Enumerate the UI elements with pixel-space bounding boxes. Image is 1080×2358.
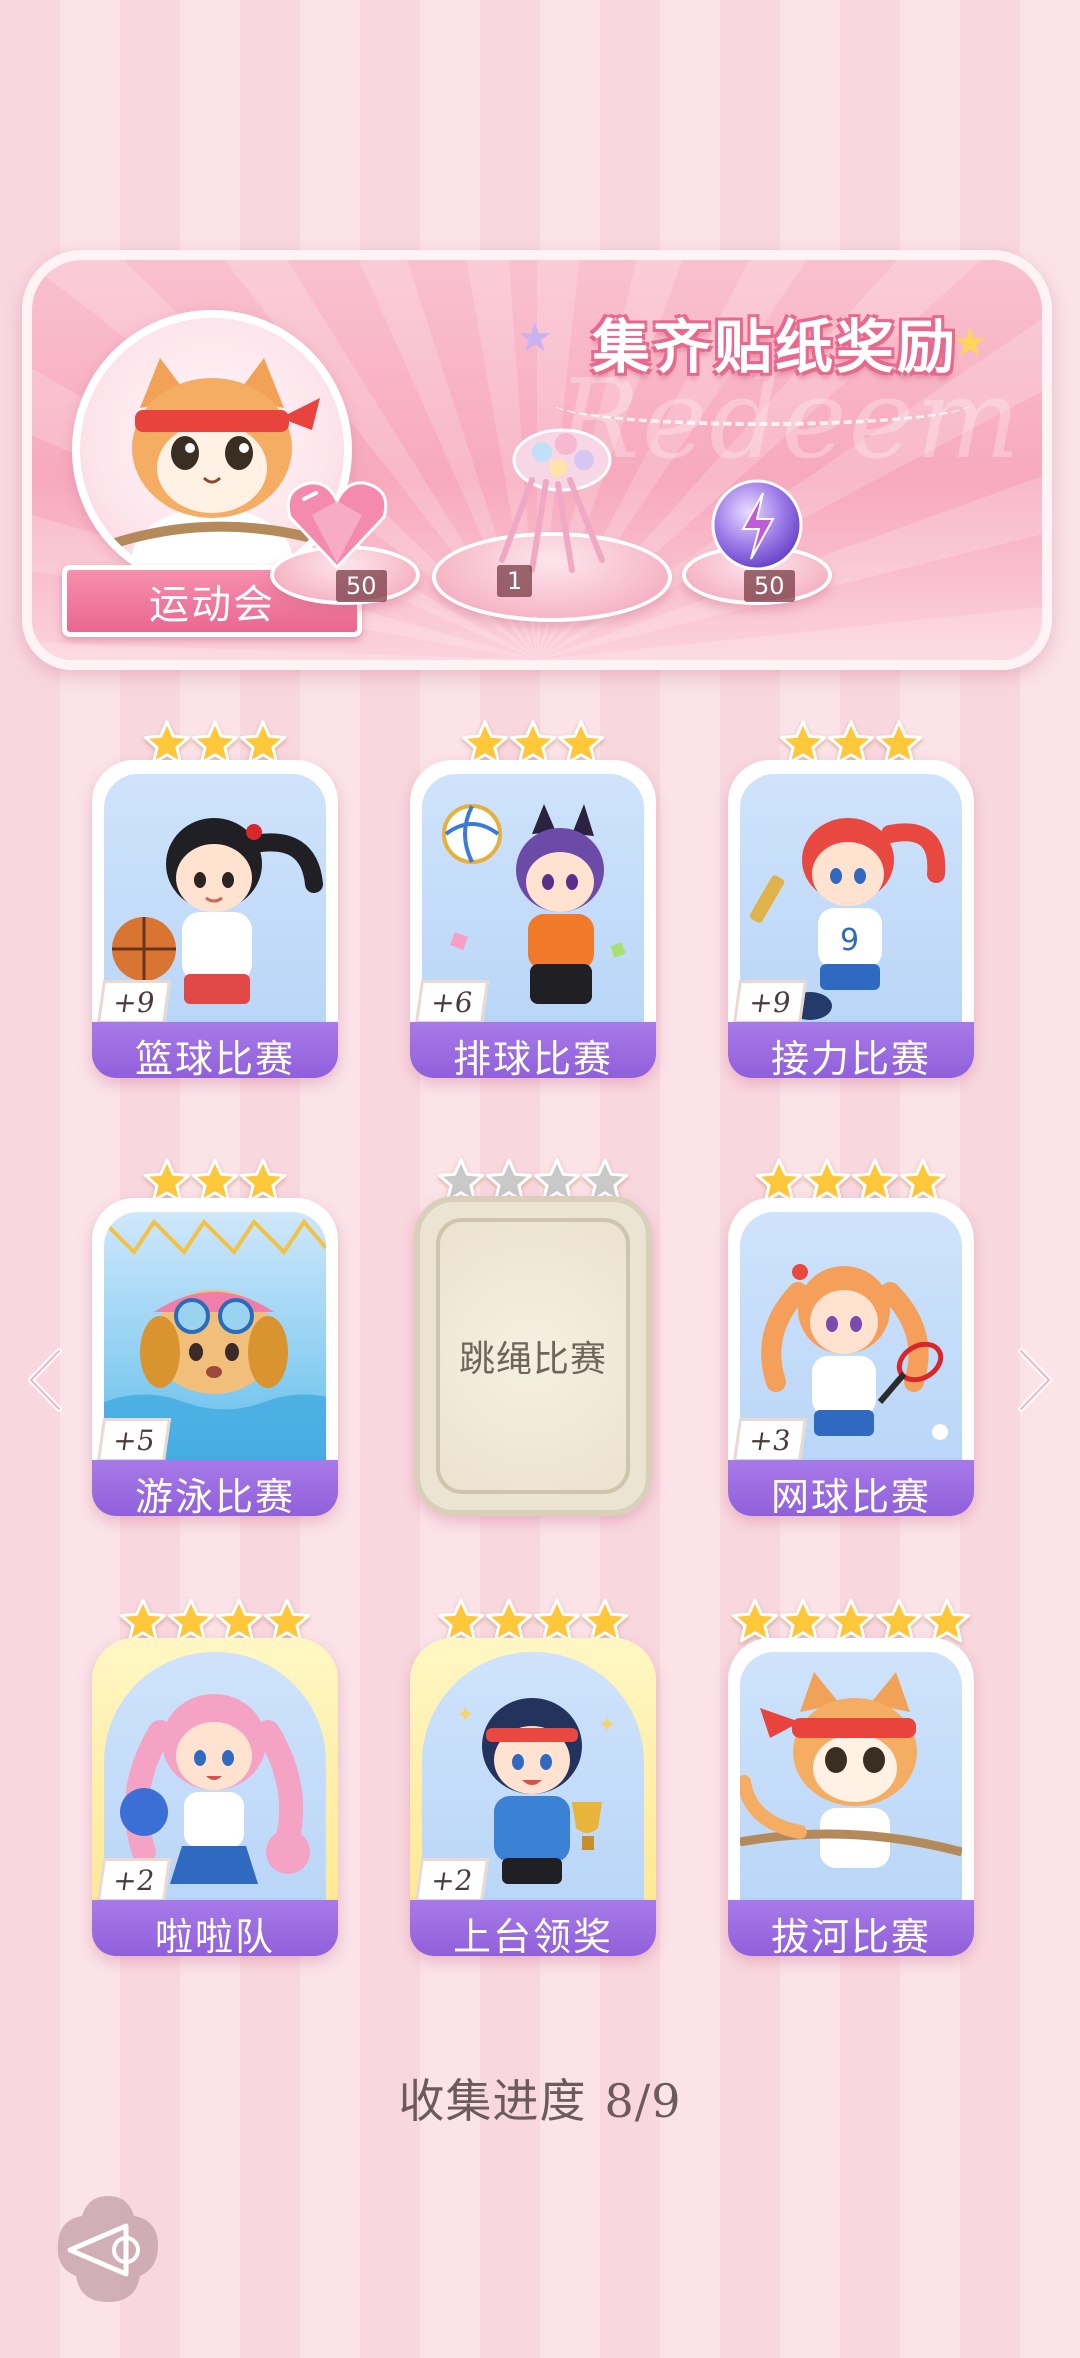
count-badge: +9 <box>732 980 808 1024</box>
locked-card-label: 跳绳比赛 <box>436 1218 630 1494</box>
card-label: 上台领奖 <box>410 1900 656 1956</box>
count-badge: +6 <box>414 980 490 1024</box>
sticker-card[interactable]: +3 网球比赛 <box>716 1156 986 1516</box>
star-icon: ★ <box>517 315 553 361</box>
back-button[interactable] <box>48 2190 168 2310</box>
count-badge: +3 <box>732 1418 808 1462</box>
sticker-card[interactable]: +6 排球比赛 <box>398 718 668 1078</box>
banner-title: 集齐贴纸奖励 <box>592 313 959 381</box>
card-label: 网球比赛 <box>728 1460 974 1516</box>
next-page-button[interactable] <box>1010 1340 1060 1420</box>
heart-gem-icon[interactable] <box>282 475 392 575</box>
progress-value: 8/9 <box>604 2074 682 2128</box>
card-art-tug-of-war <box>740 1652 962 1922</box>
progress-label: 收集进度 <box>398 2074 587 2128</box>
card-frame: +6 排球比赛 <box>410 760 656 1078</box>
chevron-left-icon <box>28 1348 62 1412</box>
card-frame: +3 网球比赛 <box>728 1198 974 1516</box>
back-arrow-icon <box>57 2196 158 2302</box>
card-frame: ✦ ✦ +2 上台领奖 <box>410 1638 656 1956</box>
card-frame: +9 篮球比赛 <box>92 760 338 1078</box>
reward-count: 1 <box>497 565 533 597</box>
card-label: 拔河比赛 <box>728 1900 974 1956</box>
chevron-right-icon <box>1018 1348 1052 1412</box>
count-badge: +5 <box>96 1418 172 1462</box>
count-badge: +9 <box>96 980 172 1024</box>
bouquet-icon[interactable] <box>462 420 642 580</box>
count-badge: +2 <box>414 1858 490 1902</box>
collection-progress: 收集进度 8/9 <box>0 2065 1080 2131</box>
sticker-card[interactable]: 拔河比赛 <box>716 1596 986 1956</box>
sticker-card[interactable]: +5 游泳比赛 <box>80 1156 350 1516</box>
reward-count: 50 <box>744 570 795 602</box>
svg-text:✦: ✦ <box>456 1703 474 1728</box>
card-label: 游泳比赛 <box>92 1460 338 1516</box>
card-frame: +2 啦啦队 <box>92 1638 338 1956</box>
svg-text:9: 9 <box>840 923 859 958</box>
card-frame: 9 +9 接力比赛 <box>728 760 974 1078</box>
sticker-card[interactable]: +2 啦啦队 <box>80 1596 350 1956</box>
sticker-card[interactable]: ✦ ✦ +2 上台领奖 <box>398 1596 668 1956</box>
card-label: 排球比赛 <box>410 1022 656 1078</box>
energy-orb-icon[interactable] <box>707 475 807 575</box>
card-label: 接力比赛 <box>728 1022 974 1078</box>
card-label: 啦啦队 <box>92 1900 338 1956</box>
card-frame: +5 游泳比赛 <box>92 1198 338 1516</box>
reward-count: 50 <box>336 570 387 602</box>
reward-banner: Redeem ★ ★ 集齐贴纸奖励 运动会 50 1 50 <box>22 250 1052 670</box>
prev-page-button[interactable] <box>20 1340 70 1420</box>
count-badge: +2 <box>96 1858 172 1902</box>
card-frame: 跳绳比赛 <box>414 1196 652 1516</box>
sticker-card[interactable]: 9 +9 接力比赛 <box>716 718 986 1078</box>
svg-text:✦: ✦ <box>598 1713 616 1738</box>
sticker-card[interactable]: +9 篮球比赛 <box>80 718 350 1078</box>
card-label: 篮球比赛 <box>92 1022 338 1078</box>
sticker-card-locked[interactable]: 跳绳比赛 <box>398 1156 668 1516</box>
card-frame: 拔河比赛 <box>728 1638 974 1956</box>
